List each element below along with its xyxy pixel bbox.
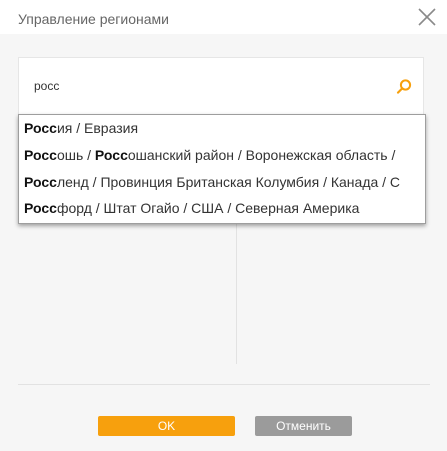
suggestion-item[interactable]: Россленд / Провинция Британская Колумбия… bbox=[24, 171, 425, 193]
footer-divider bbox=[18, 384, 430, 385]
suggestions-dropdown: Россия / Евразия Россошь / Россошанский … bbox=[18, 114, 426, 224]
suggestion-text: ошанский район / Воронежская область / bbox=[127, 147, 396, 163]
suggestion-match: Росс bbox=[94, 147, 128, 163]
suggestion-text: ия / Евразия bbox=[56, 120, 139, 136]
search-box bbox=[18, 57, 424, 114]
suggestion-match: Росс bbox=[24, 200, 57, 216]
suggestion-text: форд / Штат Огайо / США / Северная Амери… bbox=[56, 200, 360, 216]
close-icon[interactable] bbox=[414, 4, 440, 30]
suggestion-match: Росс bbox=[24, 174, 57, 190]
suggestion-item[interactable]: Россошь / Россошанский район / Воронежск… bbox=[24, 144, 425, 166]
ok-button[interactable]: OK bbox=[98, 416, 235, 436]
search-button[interactable] bbox=[395, 78, 413, 96]
cancel-button[interactable]: Отменить bbox=[255, 416, 352, 436]
suggestion-item[interactable]: Россия / Евразия bbox=[24, 117, 425, 139]
search-icon[interactable] bbox=[395, 78, 413, 96]
dialog-title: Управление регионами bbox=[18, 11, 169, 27]
suggestion-text: ленд / Провинция Британская Колумбия / К… bbox=[56, 174, 401, 190]
suggestion-match: Росс bbox=[24, 147, 57, 163]
dialog-header: Управление регионами bbox=[0, 0, 447, 34]
suggestion-item[interactable]: Россфорд / Штат Огайо / США / Северная А… bbox=[24, 197, 425, 219]
suggestion-text: ошь / bbox=[56, 147, 95, 163]
close-button[interactable] bbox=[414, 4, 440, 30]
suggestion-match: Росс bbox=[24, 120, 57, 136]
search-input[interactable] bbox=[34, 77, 394, 95]
